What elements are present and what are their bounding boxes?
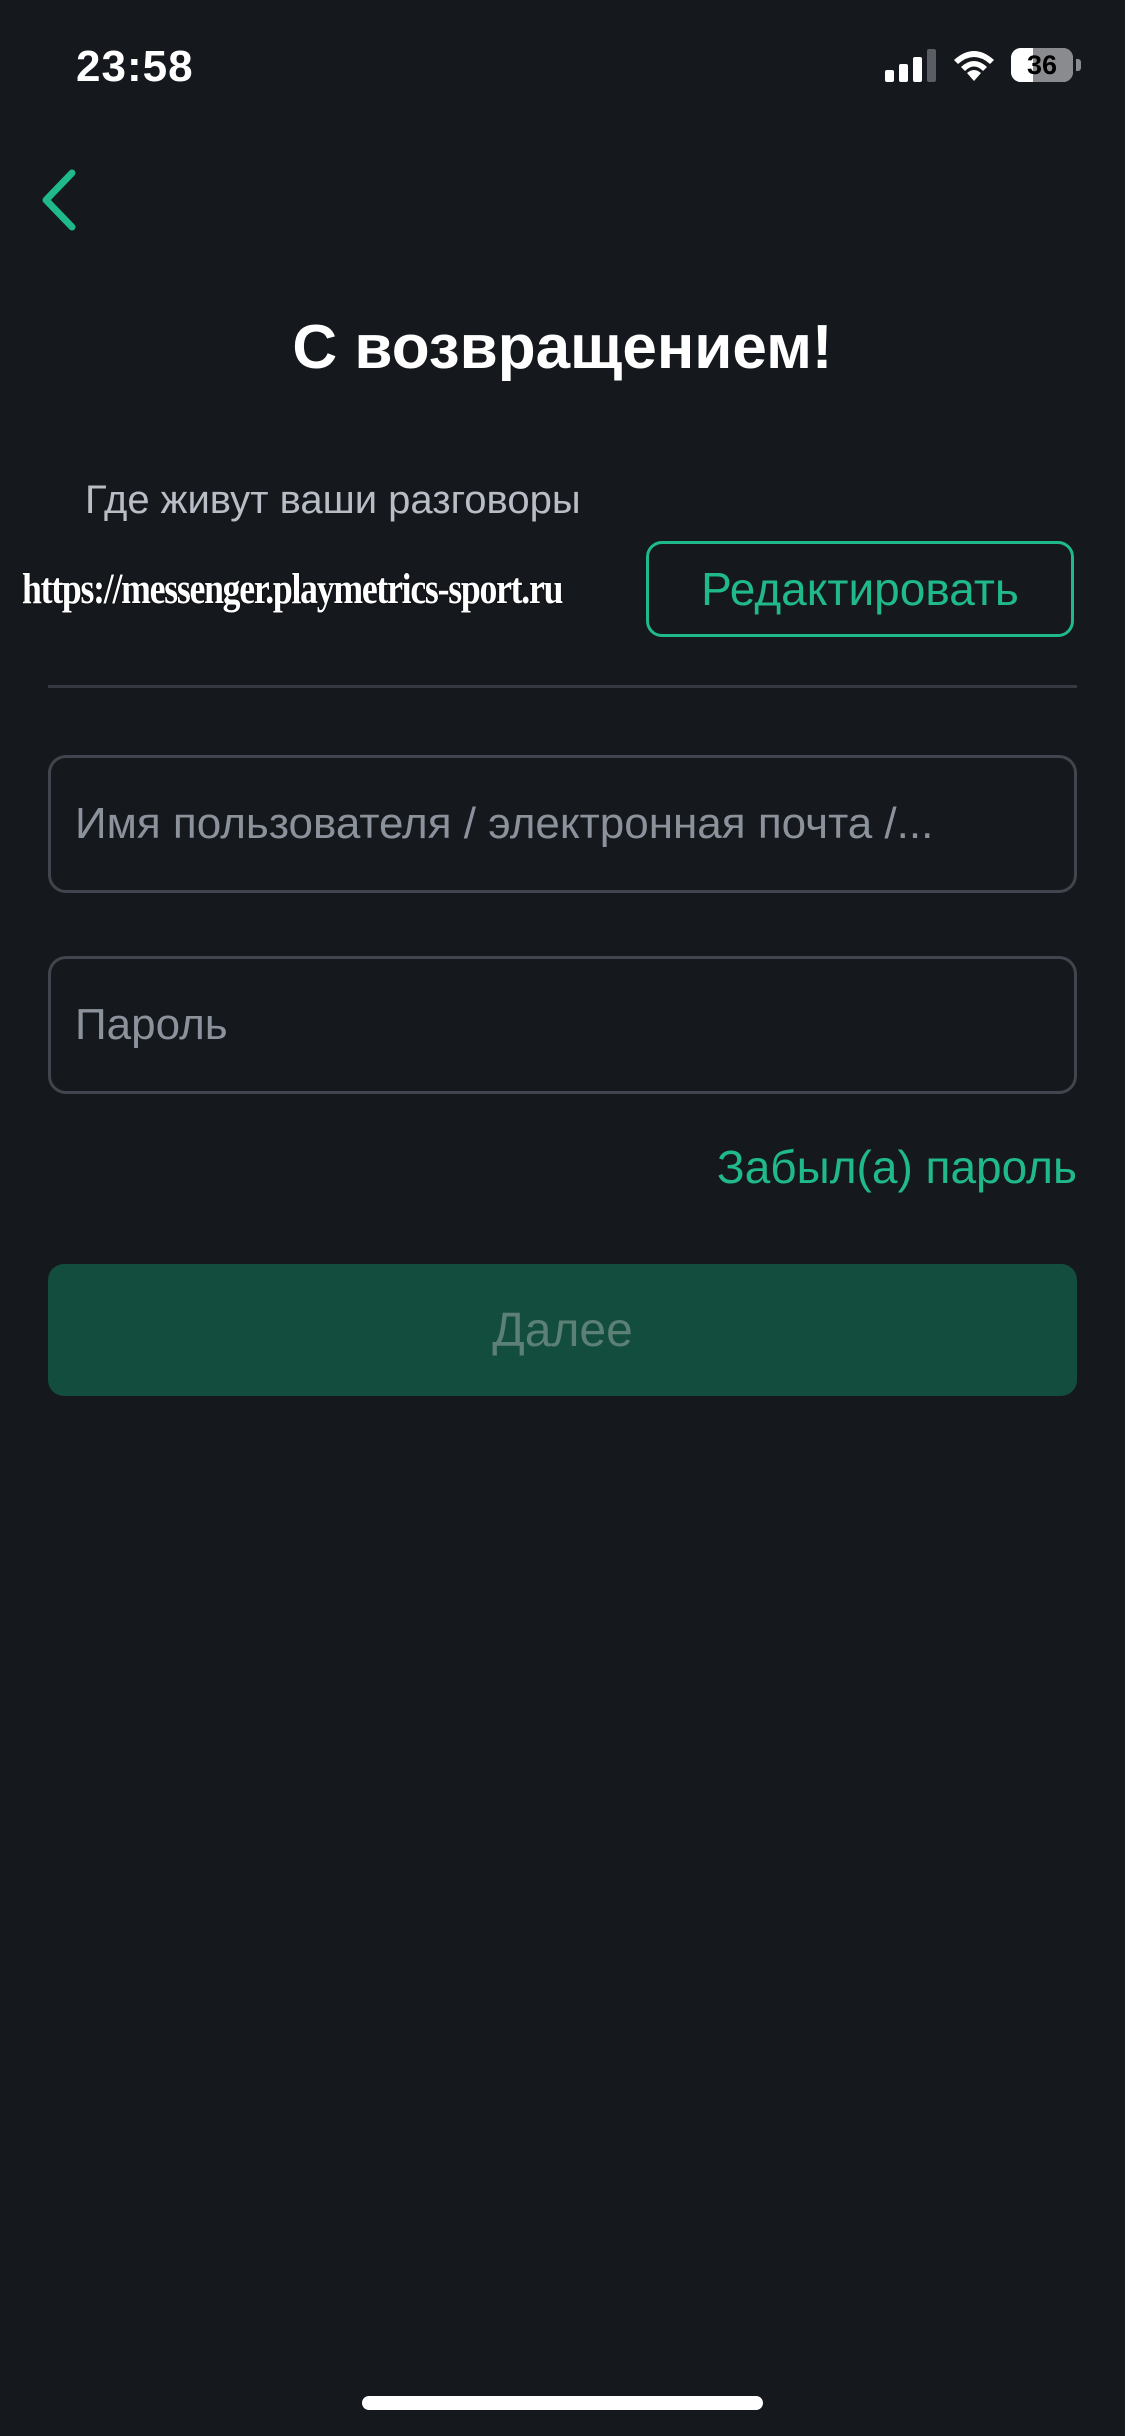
chevron-left-icon bbox=[42, 169, 76, 231]
battery-cap bbox=[1076, 59, 1081, 71]
next-button[interactable]: Далее bbox=[48, 1264, 1077, 1396]
battery-level: 36 bbox=[1026, 50, 1058, 80]
battery-icon: 36 bbox=[1011, 48, 1081, 82]
username-field[interactable]: Имя пользователя / электронная почта /..… bbox=[48, 755, 1077, 893]
password-placeholder: Пароль bbox=[75, 1000, 228, 1049]
page-title: С возвращением! bbox=[292, 313, 833, 382]
signal-icon bbox=[885, 49, 936, 82]
status-time: 23:58 bbox=[76, 42, 194, 91]
divider bbox=[48, 685, 1077, 688]
home-indicator[interactable] bbox=[362, 2396, 763, 2410]
server-caption: Где живут ваши разговоры bbox=[85, 478, 581, 522]
status-indicators: 36 bbox=[885, 48, 1081, 82]
status-bar: 23:58 36 bbox=[0, 0, 1125, 140]
username-placeholder: Имя пользователя / электронная почта /..… bbox=[75, 799, 934, 848]
back-button[interactable] bbox=[18, 160, 98, 240]
server-url: https://messenger.playmetrics-sport.ru bbox=[22, 566, 563, 613]
password-field[interactable]: Пароль bbox=[48, 956, 1077, 1094]
edit-server-button[interactable]: Редактировать bbox=[646, 541, 1074, 637]
battery-body: 36 bbox=[1011, 48, 1073, 82]
forgot-password-link[interactable]: Забыл(а) пароль bbox=[717, 1140, 1077, 1194]
wifi-icon bbox=[954, 51, 994, 81]
